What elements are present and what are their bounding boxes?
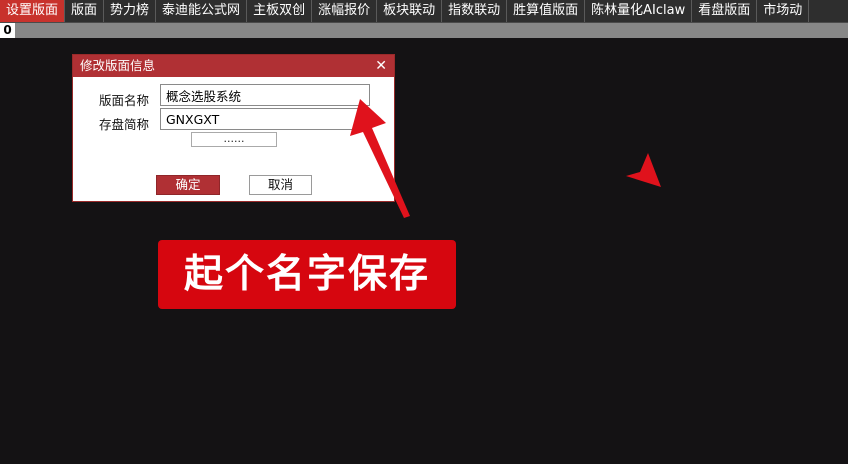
pointer-arrow-icon (350, 99, 410, 218)
annotation-banner: 起个名字保存 (158, 240, 456, 309)
annotation-overlay (350, 99, 661, 218)
small-arrowhead-icon (626, 153, 661, 187)
